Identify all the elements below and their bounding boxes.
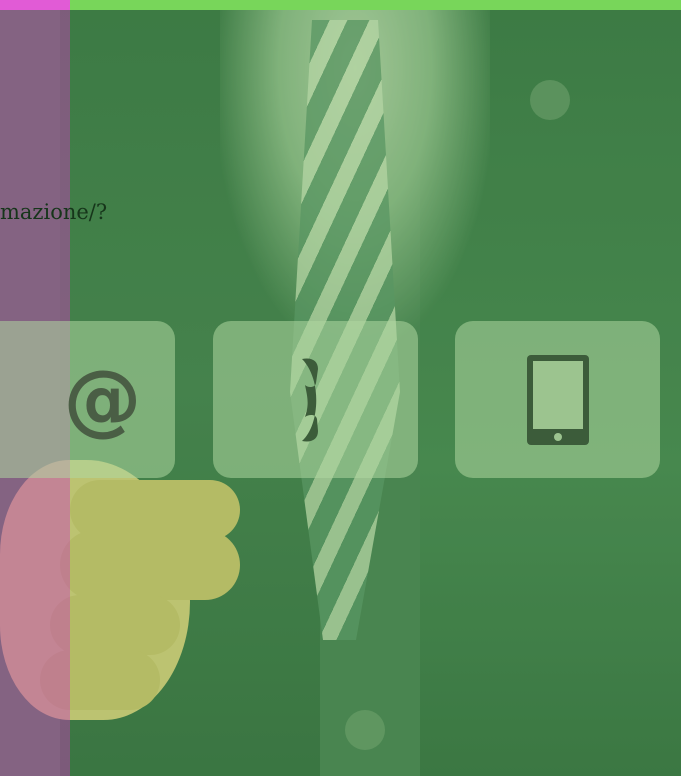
top-accent-bar — [70, 0, 681, 10]
tablet-icon — [525, 353, 591, 447]
at-icon: @ — [63, 354, 142, 445]
url-fragment-text: mazione/? — [0, 200, 108, 224]
left-strip-top — [0, 0, 70, 10]
phone-handset-icon — [296, 355, 336, 445]
page-background: mazione/? @ — [0, 0, 681, 776]
phone-contact-card[interactable] — [213, 321, 418, 478]
mobile-contact-card[interactable] — [455, 321, 660, 478]
email-contact-card[interactable]: @ — [0, 321, 175, 478]
